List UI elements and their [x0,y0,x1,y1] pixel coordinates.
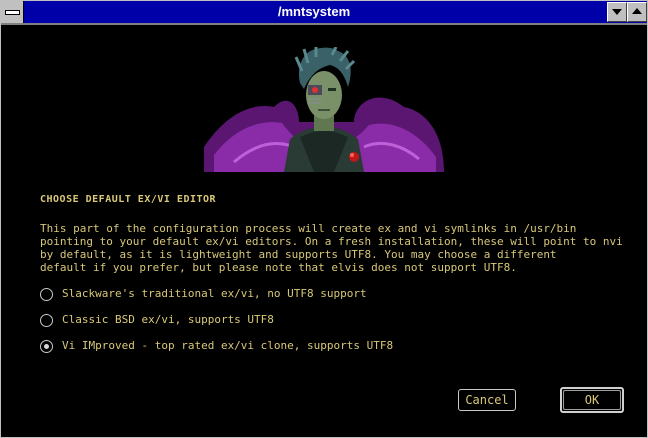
option-label: Vi IMproved - top rated ex/vi clone, sup… [62,339,394,352]
window-title: /mntsystem [277,4,351,19]
cancel-button[interactable]: Cancel [458,389,516,411]
description-line: pointing to your default ex/vi editors. … [40,235,623,248]
maximize-button[interactable] [627,2,647,22]
radio-button[interactable] [40,314,53,327]
dialog-heading: CHOOSE DEFAULT EX/VI EDITOR [40,194,217,205]
maximize-icon [632,8,642,14]
system-menu-icon[interactable] [1,1,24,23]
description-line: by default, as it is lightweight and sup… [40,248,557,261]
ok-button[interactable]: OK [560,387,624,413]
option-label: Classic BSD ex/vi, supports UTF8 [62,313,274,326]
minimize-icon [612,9,622,15]
minimize-button[interactable] [607,2,627,22]
option-label: Slackware's traditional ex/vi, no UTF8 s… [62,287,367,300]
title-bar[interactable]: /mntsystem [1,1,647,25]
dialog-description: This part of the configuration process w… [40,222,623,274]
banner-image [204,47,444,172]
ok-button-label: OK [563,390,621,410]
radio-button[interactable] [40,288,53,301]
dialog-window: /mntsystem CHOOSE DEFAULT EX/VI EDITOR T… [0,0,648,438]
description-line: default if you prefer, but please note t… [40,261,517,274]
description-line: This part of the configuration process w… [40,222,577,235]
radio-selected-dot [44,344,49,349]
radio-button[interactable] [40,340,53,353]
